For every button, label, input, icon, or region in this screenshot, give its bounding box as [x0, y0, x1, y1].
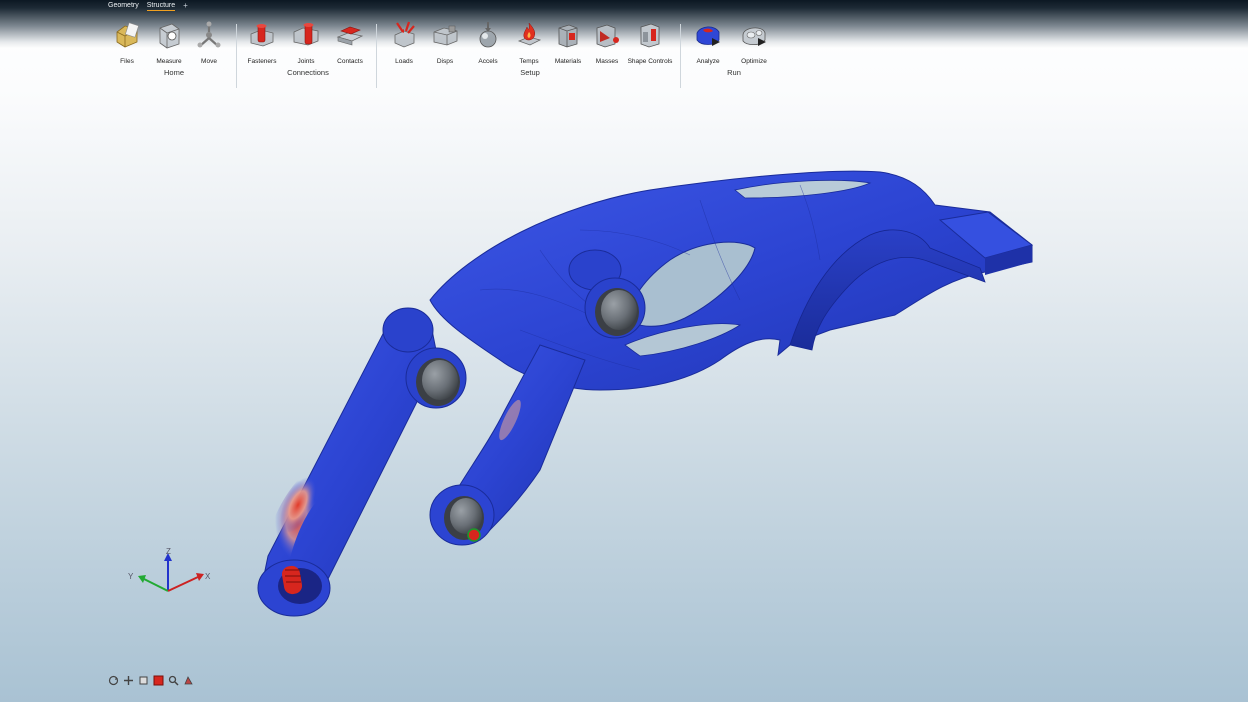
group-label-run: Run [727, 68, 741, 77]
optimize-icon [742, 27, 766, 46]
accels-icon [479, 22, 497, 48]
shape-controls-button[interactable]: Shape Controls [627, 20, 673, 65]
ribbon: Files Measure Move Home Fasteners Joints… [0, 16, 1248, 88]
add-tab-button[interactable]: + [183, 1, 188, 10]
ribbon-separator [376, 24, 377, 88]
ribbon-separator [680, 24, 681, 88]
loads-icon [394, 21, 415, 48]
joints-button[interactable]: Joints [283, 20, 329, 65]
files-button[interactable]: Files [104, 20, 150, 65]
contacts-button[interactable]: Contacts [327, 20, 373, 65]
view-toolbar [108, 675, 194, 686]
section-view-icon[interactable] [153, 675, 164, 686]
model-viewport[interactable] [0, 90, 1248, 702]
fasteners-button[interactable]: Fasteners [239, 20, 285, 65]
group-label-setup: Setup [520, 68, 540, 77]
analyze-button[interactable]: Analyze [685, 20, 731, 65]
masses-button[interactable]: Masses [584, 20, 630, 65]
analyze-icon [696, 26, 720, 46]
files-icon [116, 22, 139, 48]
tab-geometry[interactable]: Geometry [108, 1, 139, 10]
disps-icon [433, 25, 458, 46]
accels-button[interactable]: Accels [465, 20, 511, 65]
group-label-home: Home [163, 68, 185, 77]
joints-icon [293, 23, 319, 46]
optimize-button[interactable]: Optimize [731, 20, 777, 65]
axis-triad: Z Y X [128, 547, 211, 592]
shape-controls-icon [640, 23, 660, 48]
move-icon [197, 21, 221, 48]
group-label-connections: Connections [287, 68, 329, 77]
axis-x-label: X [205, 572, 211, 581]
ribbon-tabs: Geometry Structure + [108, 0, 188, 11]
zoom-view-icon[interactable] [168, 675, 179, 686]
pan-view-icon[interactable] [123, 675, 134, 686]
render-mode-icon[interactable] [183, 675, 194, 686]
rotate-view-icon[interactable] [108, 675, 119, 686]
masses-icon [596, 24, 619, 48]
materials-icon [558, 24, 578, 48]
temps-icon [517, 22, 542, 46]
tab-structure[interactable]: Structure [146, 1, 176, 11]
fit-view-icon[interactable] [138, 675, 149, 686]
measure-icon [159, 23, 180, 49]
axis-z-label: Z [166, 547, 171, 556]
loads-button[interactable]: Loads [381, 20, 427, 65]
ribbon-separator [236, 24, 237, 88]
axis-y-label: Y [128, 572, 134, 581]
move-button[interactable]: Move [186, 20, 232, 65]
bracket-model[interactable] [257, 170, 1034, 617]
fasteners-icon [250, 24, 274, 47]
disps-button[interactable]: Disps [422, 20, 468, 65]
contacts-icon [336, 26, 364, 46]
